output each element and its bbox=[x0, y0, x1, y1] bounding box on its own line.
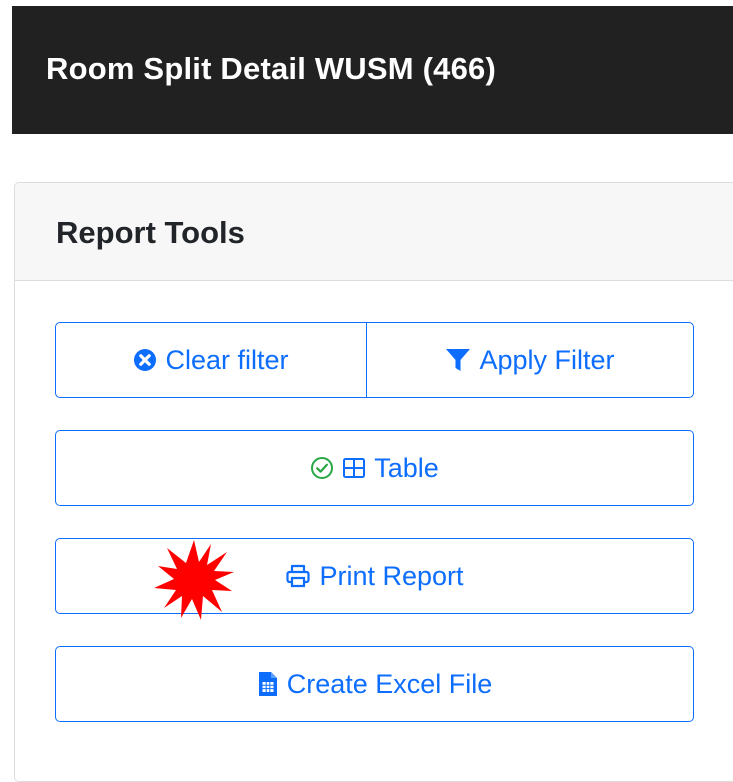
create-excel-button[interactable]: Create Excel File bbox=[55, 646, 694, 722]
table-button[interactable]: Table bbox=[55, 430, 694, 506]
report-tools-header: Report Tools bbox=[15, 183, 733, 281]
printer-icon bbox=[285, 563, 311, 589]
spreadsheet-file-icon bbox=[257, 671, 279, 697]
print-report-label: Print Report bbox=[319, 560, 464, 591]
clear-filter-button[interactable]: Clear filter bbox=[56, 323, 367, 397]
page-title: Room Split Detail WUSM (466) bbox=[46, 50, 496, 86]
clear-filter-label: Clear filter bbox=[165, 344, 289, 375]
table-label: Table bbox=[374, 452, 439, 483]
filter-icon bbox=[445, 347, 471, 373]
red-starburst-marker bbox=[154, 540, 234, 620]
check-circle-icon bbox=[310, 456, 334, 480]
filter-button-group: Clear filter Apply Filter bbox=[55, 322, 694, 398]
print-report-button[interactable]: Print Report bbox=[55, 538, 694, 614]
create-excel-label: Create Excel File bbox=[286, 668, 493, 699]
table-grid-icon bbox=[342, 456, 366, 480]
page-header: Room Split Detail WUSM (466) bbox=[12, 6, 733, 134]
apply-filter-label: Apply Filter bbox=[479, 344, 615, 375]
times-circle-icon bbox=[133, 348, 157, 372]
apply-filter-button[interactable]: Apply Filter bbox=[367, 323, 693, 397]
report-tools-title: Report Tools bbox=[56, 214, 245, 250]
